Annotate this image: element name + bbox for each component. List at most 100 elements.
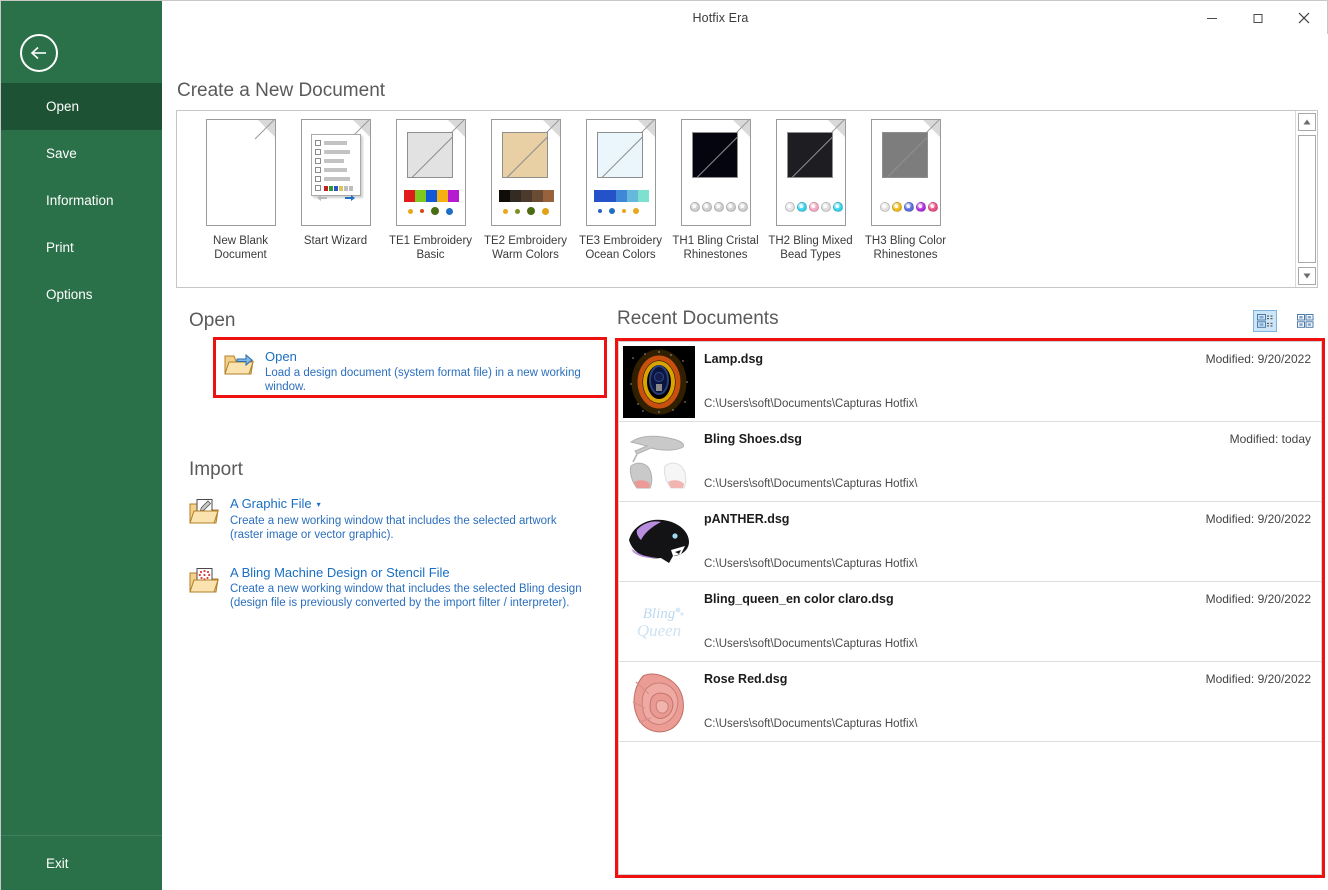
close-button[interactable]	[1281, 2, 1327, 34]
template-color-swatches	[498, 190, 554, 202]
template-bead-row	[879, 202, 938, 212]
sidebar-nav: Open Save Information Print Options	[1, 83, 162, 318]
back-arrow-icon[interactable]	[20, 34, 58, 72]
template-thread-dots	[597, 206, 639, 216]
color-swatch	[593, 190, 605, 202]
bling-design-folder-icon	[189, 565, 219, 600]
color-swatch	[637, 190, 649, 202]
recent-document-thumbnail	[623, 506, 695, 578]
scrollbar-track[interactable]	[1297, 135, 1316, 263]
recent-document-row[interactable]: pANTHER.dsg C:\Users\soft\Documents\Captu…	[619, 502, 1321, 582]
thread-dot	[502, 208, 508, 214]
recent-document-name: Rose Red.dsg	[704, 672, 788, 686]
bead-swatch	[915, 202, 926, 212]
recent-document-name: Bling Shoes.dsg	[704, 432, 802, 446]
template-thumbnail	[395, 119, 466, 226]
scroll-down-button[interactable]	[1297, 267, 1316, 285]
minimize-button[interactable]	[1189, 2, 1235, 34]
recent-document-row[interactable]: Bling Queen Bling_queen_en color claro.dsg…	[619, 582, 1321, 662]
recent-document-row[interactable]: Bling Shoes.dsg C:\Users\soft\Documents\C…	[619, 422, 1321, 502]
sidebar-item-label: Open	[46, 99, 80, 114]
details-view-icon[interactable]	[1253, 310, 1277, 332]
import-command-description: Create a new working window that include…	[230, 582, 582, 609]
bead-swatch	[891, 202, 902, 212]
color-swatch	[498, 190, 510, 202]
template-te1-embroidery-basic[interactable]: TE1 Embroidery Basic	[383, 119, 478, 287]
color-swatch	[403, 190, 415, 202]
sidebar-item-print[interactable]: Print	[1, 224, 162, 271]
import-command-1[interactable]: A Graphic File ▾ Create a new working wind…	[189, 496, 609, 542]
template-label: TE3 Embroidery Ocean Colors	[578, 235, 663, 261]
template-thumbnail	[205, 119, 276, 226]
bead-swatch	[737, 202, 748, 212]
template-strip: New Blank Document ✓✓✓ Start Wizard TE1 Emb…	[177, 111, 1295, 287]
sidebar-item-options[interactable]: Options	[1, 271, 162, 318]
thread-dot	[597, 209, 602, 213]
color-swatch	[436, 190, 448, 202]
sidebar-item-label: Options	[46, 287, 93, 302]
import-command-title[interactable]: A Bling Machine Design or Stencil File	[230, 565, 590, 581]
sidebar-item-open[interactable]: Open	[1, 83, 162, 130]
open-command[interactable]: Open Load a design document (system form…	[224, 349, 594, 394]
chevron-down-icon[interactable]: ▾	[317, 500, 321, 509]
open-folder-icon	[224, 349, 254, 382]
color-swatch	[531, 190, 543, 202]
sidebar-item-information[interactable]: Information	[1, 177, 162, 224]
template-artwork-preview	[881, 132, 928, 178]
thread-dot	[514, 208, 520, 214]
sidebar-item-label: Save	[46, 146, 77, 161]
import-command-title-text: A Bling Machine Design or Stencil File	[230, 564, 450, 580]
template-te3-embroidery-ocean-colors[interactable]: TE3 Embroidery Ocean Colors	[573, 119, 668, 287]
recent-document-path: C:\Users\soft\Documents\Capturas Hotfix\	[704, 558, 918, 570]
tiles-view-icon[interactable]	[1293, 310, 1317, 332]
template-bead-row	[784, 202, 843, 212]
recent-document-modified: Modified: 9/20/2022	[1205, 592, 1311, 606]
window-title: Hotfix Era	[692, 10, 749, 25]
sidebar-item-save[interactable]: Save	[1, 130, 162, 177]
recent-document-row[interactable]: Lamp.dsg C:\Users\soft\Documents\Capturas…	[619, 342, 1321, 422]
color-swatch	[425, 190, 437, 202]
title-bar: Hotfix Era	[162, 1, 1327, 34]
template-th3-bling-color-rhinestones[interactable]: TH3 Bling Color Rhinestones	[858, 119, 953, 287]
scroll-up-button[interactable]	[1297, 113, 1316, 131]
bead-swatch	[879, 202, 890, 212]
svg-text:Bling: Bling	[643, 606, 676, 622]
template-artwork-preview	[786, 132, 833, 178]
sidebar-item-exit[interactable]: Exit	[1, 835, 162, 890]
import-command-2[interactable]: A Bling Machine Design or Stencil File Cr…	[189, 565, 609, 610]
color-swatch	[626, 190, 638, 202]
recent-documents-list: Lamp.dsg C:\Users\soft\Documents\Capturas…	[618, 341, 1322, 875]
template-thread-dots	[407, 206, 453, 216]
recent-documents-highlight-box: Lamp.dsg C:\Users\soft\Documents\Capturas…	[615, 338, 1325, 878]
template-bead-row	[689, 202, 748, 212]
sidebar-item-label-exit: Exit	[46, 856, 69, 871]
template-color-swatches	[403, 190, 459, 202]
maximize-button[interactable]	[1235, 2, 1281, 34]
recent-document-thumbnail	[623, 426, 695, 498]
recent-document-modified: Modified: 9/20/2022	[1205, 672, 1311, 686]
template-th2-bling-mixed-bead-types[interactable]: TH2 Bling Mixed Bead Types	[763, 119, 858, 287]
color-swatch	[509, 190, 521, 202]
template-thumbnail: ✓✓✓	[300, 119, 371, 226]
template-label: TE1 Embroidery Basic	[388, 235, 473, 261]
template-new-blank-document[interactable]: New Blank Document	[193, 119, 288, 287]
template-te2-embroidery-warm-colors[interactable]: TE2 Embroidery Warm Colors	[478, 119, 573, 287]
recent-document-row[interactable]: Rose Red.dsg C:\Users\soft\Documents\Capt…	[619, 662, 1321, 742]
color-swatch	[414, 190, 426, 202]
bead-swatch	[725, 202, 736, 212]
template-start-wizard[interactable]: ✓✓✓ Start Wizard	[288, 119, 383, 287]
template-scrollbar[interactable]	[1295, 111, 1317, 287]
template-label: TH1 Bling Cristal Rhinestones	[672, 235, 759, 261]
content-area: Create a New Document New Blank Document…	[162, 34, 1328, 890]
thread-dot	[632, 208, 639, 214]
svg-text:Queen: Queen	[637, 621, 681, 640]
template-artwork-preview	[406, 132, 453, 178]
import-command-title[interactable]: A Graphic File ▾	[230, 496, 590, 513]
bead-swatch	[784, 202, 795, 212]
bead-swatch	[903, 202, 914, 212]
thread-dot	[526, 207, 535, 215]
sidebar-item-label: Information	[46, 193, 114, 208]
template-th1-bling-cristal-rhinestones[interactable]: TH1 Bling Cristal Rhinestones	[668, 119, 763, 287]
recent-document-path: C:\Users\soft\Documents\Capturas Hotfix\	[704, 398, 918, 410]
wizard-preview: ✓✓✓	[310, 134, 361, 201]
